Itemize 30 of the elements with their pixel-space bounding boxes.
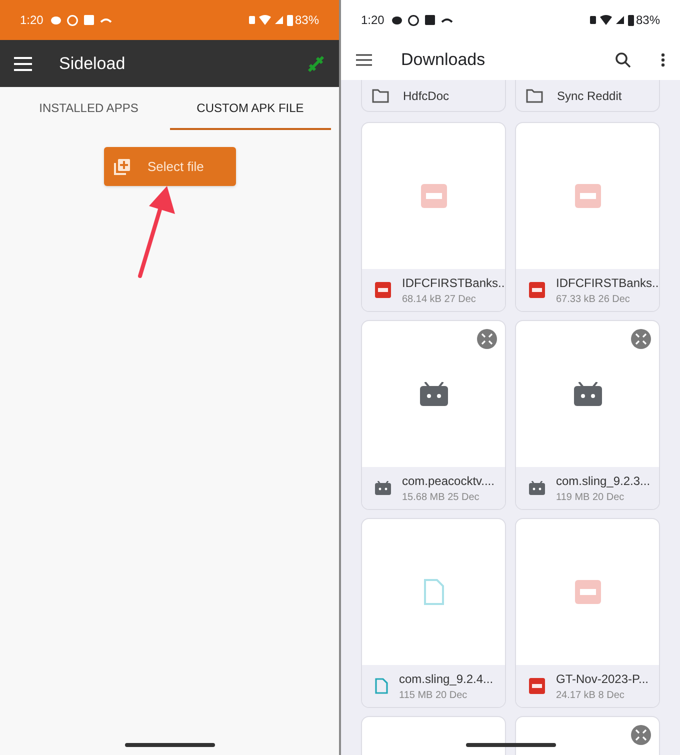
file-name: com.peacocktv.... xyxy=(402,472,494,490)
tab[interactable]: INSTALLED APPS xyxy=(8,87,170,130)
file-name: IDFCFIRSTBanks... xyxy=(402,274,505,292)
file-name: GT-Nov-2023-P... xyxy=(556,670,648,688)
file-details: 68.14 kB 27 Dec xyxy=(402,292,477,306)
file-name: IDFCFIRSTBanks... xyxy=(556,274,659,292)
battery-percent: 83% xyxy=(294,12,319,29)
file-details: 15.68 MB 25 Dec xyxy=(402,490,480,504)
folder-card[interactable]: HdfcDoc xyxy=(361,80,506,112)
folder-card[interactable]: Sync Reddit xyxy=(515,80,660,112)
file-name: com.sling_9.2.3... xyxy=(556,472,650,490)
clock: 1:20 xyxy=(361,12,384,29)
battery-percent: 83% xyxy=(636,12,660,29)
file-card[interactable]: GT-Nov-2023-P... 24.17 kB 8 Dec xyxy=(515,518,660,708)
file-card[interactable]: com.sling_9.2.3... 119 MB 20 Dec xyxy=(515,320,660,510)
screen-title: Downloads xyxy=(401,49,486,72)
folder-name: HdfcDoc xyxy=(403,88,450,104)
tab[interactable]: CUSTOM APK FILE xyxy=(170,87,331,130)
folder-name: Sync Reddit xyxy=(557,88,622,104)
file-card[interactable]: IDFCFIRSTBanks... 68.14 kB 27 Dec xyxy=(361,122,506,312)
file-name: com.sling_9.2.4... xyxy=(399,670,494,688)
file-details: 67.33 kB 26 Dec xyxy=(556,292,631,306)
app-title: Sideload xyxy=(59,52,126,75)
file-card[interactable]: IDFCFIRSTBanks... 67.33 kB 26 Dec xyxy=(515,122,660,312)
file-card[interactable]: com.sling_9.2.4... 115 MB 20 Dec xyxy=(361,518,506,708)
file-card[interactable]: com.peacocktv.... 15.68 MB 25 Dec xyxy=(361,320,506,510)
file-details: 24.17 kB 8 Dec xyxy=(556,688,626,702)
clock: 1:20 xyxy=(20,12,44,29)
file-details: 115 MB 20 Dec xyxy=(399,688,468,702)
file-details: 119 MB 20 Dec xyxy=(556,490,626,504)
